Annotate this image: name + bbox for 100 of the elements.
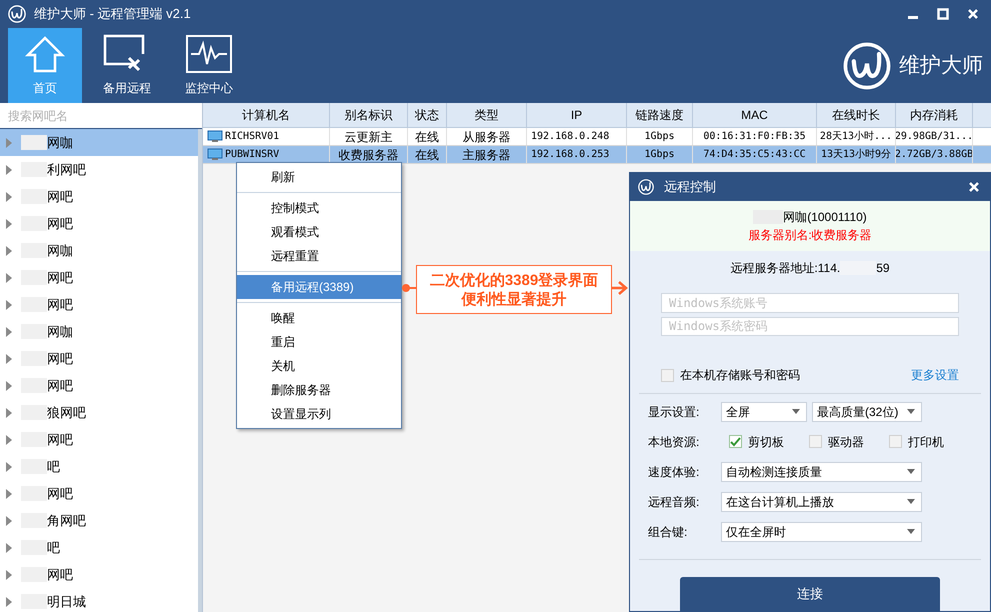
site-list-item[interactable]: 网吧 [0, 561, 198, 588]
site-list-item[interactable]: 吧 [0, 453, 198, 480]
column-header[interactable]: 状态 [408, 103, 447, 127]
column-header[interactable]: 在线时长 [817, 103, 896, 127]
site-list-item[interactable]: 网吧 [0, 480, 198, 507]
checkbox[interactable] [661, 368, 674, 382]
field-label: 显示设置: [648, 404, 700, 421]
column-header[interactable]: 计算机名 [203, 103, 330, 127]
site-name: 网吧 [47, 268, 73, 287]
expand-icon [6, 272, 12, 282]
menu-item[interactable]: 备用远程(3389) [237, 275, 401, 299]
column-header[interactable]: MAC [693, 103, 817, 127]
table-cell-text: 192.168.0.248 [531, 130, 610, 144]
table-cell-text: 在线 [415, 146, 439, 163]
expand-icon [6, 570, 12, 580]
site-name: 吧 [47, 458, 60, 476]
more-settings-link[interactable]: 更多设置 [911, 366, 959, 384]
site-name: 网吧 [47, 430, 73, 449]
expand-icon [6, 542, 12, 552]
site-name: 狼网吧 [47, 404, 86, 422]
column-header[interactable]: 类型 [447, 103, 527, 127]
site-list-item[interactable]: 网咖 [0, 237, 198, 264]
callout-text: 便利性显著提升 [462, 290, 566, 308]
table-cell-text: 192.168.0.253 [531, 148, 610, 162]
dialog-title: 远程控制 [664, 178, 716, 196]
field-label: 本地资源: [648, 434, 700, 451]
close-button[interactable] [967, 8, 979, 20]
site-list-item[interactable]: 吧 [0, 534, 198, 561]
menu-item[interactable]: 重启 [237, 330, 401, 354]
account-field[interactable]: Windows系统账号 [661, 293, 959, 313]
table-cell-text: 1Gbps [644, 130, 675, 144]
field-label: 远程音频: [648, 494, 700, 511]
expand-icon [6, 192, 12, 202]
checkbox-label: 打印机 [908, 434, 944, 451]
table-cell-text: 00:16:31:F0:FB:35 [703, 130, 806, 144]
site-list-item[interactable]: 角网吧 [0, 507, 198, 534]
maximize-button[interactable] [937, 8, 949, 20]
site-list-item[interactable]: 明日城 [0, 588, 198, 612]
site-list-item[interactable]: 网吧 [0, 264, 198, 291]
site-list-item[interactable]: 网吧 [0, 291, 198, 318]
site-list-item[interactable]: 网吧 [0, 426, 198, 453]
checkbox[interactable] [729, 435, 742, 448]
table-cell-text: 从服务器 [462, 128, 510, 145]
column-header[interactable]: 链路速度 [627, 103, 693, 127]
site-list-item[interactable]: 网吧 [0, 372, 198, 399]
pulse-icon [185, 34, 233, 74]
caret-icon [907, 529, 915, 534]
expand-icon [6, 596, 12, 606]
site-name: 网吧 [47, 484, 73, 503]
caret-icon [907, 469, 915, 474]
column-header[interactable]: 内存消耗 [896, 103, 973, 127]
site-name: 网吧 [47, 214, 73, 233]
connect-button[interactable]: 连接 [680, 576, 940, 611]
menu-item[interactable]: 唤醒 [237, 306, 401, 330]
site-name: 网咖(10001110) [783, 209, 867, 226]
site-list-item[interactable]: 网吧 [0, 345, 198, 372]
site-name: 利网吧 [47, 160, 86, 179]
menu-item[interactable]: 刷新 [237, 165, 401, 189]
checkbox[interactable] [809, 435, 822, 448]
site-name: 吧 [47, 538, 60, 557]
menu-item[interactable]: 远程重置 [237, 244, 401, 268]
dropdown[interactable]: 全屏 [721, 402, 807, 422]
site-list-item[interactable]: 网咖 [0, 129, 198, 156]
menu-item[interactable]: 设置显示列 [237, 402, 401, 426]
close-button[interactable] [968, 181, 980, 193]
dropdown[interactable]: 在这台计算机上播放 [721, 492, 922, 512]
menu-item[interactable]: 关机 [237, 354, 401, 378]
column-header[interactable]: 别名标识 [330, 103, 408, 127]
menu-item[interactable]: 观看模式 [237, 220, 401, 244]
site-name: 网吧 [47, 566, 73, 584]
expand-icon [6, 462, 12, 472]
site-list-item[interactable]: 利网吧 [0, 156, 198, 183]
expand-icon [6, 516, 12, 526]
table-cell-text: 在线 [415, 128, 439, 145]
search-field[interactable]: 搜索网吧名 [0, 103, 202, 129]
toolbar-button[interactable]: 备用远程 [90, 28, 164, 103]
dropdown[interactable]: 自动检测连接质量 [721, 462, 922, 482]
column-header[interactable]: IP [527, 103, 627, 127]
dropdown[interactable]: 最高质量(32位) [812, 402, 922, 422]
caret-icon [907, 499, 915, 504]
site-name: 角网吧 [47, 512, 86, 530]
logo-icon [638, 179, 654, 195]
table-cell-text: 云更新主 [344, 128, 392, 145]
site-list-item[interactable]: 网吧 [0, 183, 198, 210]
expand-icon [6, 246, 12, 256]
caret-icon [792, 409, 800, 414]
toolbar-button[interactable]: 监控中心 [172, 28, 246, 103]
menu-item[interactable]: 控制模式 [237, 196, 401, 220]
site-list-item[interactable]: 网咖 [0, 318, 198, 345]
home-icon [25, 34, 65, 74]
dropdown[interactable]: 仅在全屏时 [721, 522, 922, 542]
expand-icon [6, 300, 12, 310]
checkbox[interactable] [889, 435, 902, 448]
site-list-item[interactable]: 网吧 [0, 210, 198, 237]
expand-icon [6, 138, 12, 148]
site-list-item[interactable]: 狼网吧 [0, 399, 198, 426]
site-name: 网吧 [47, 376, 73, 395]
password-field[interactable]: Windows系统密码 [661, 316, 959, 336]
expand-icon [6, 164, 12, 174]
menu-item[interactable]: 删除服务器 [237, 378, 401, 402]
